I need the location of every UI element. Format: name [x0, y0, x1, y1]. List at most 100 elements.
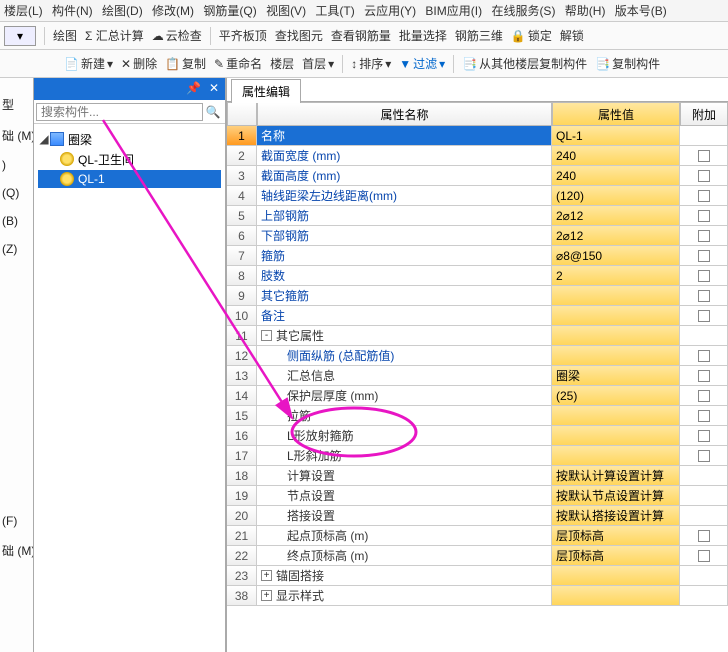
menu-item[interactable]: 云应用(Y)	[364, 4, 416, 18]
calc-button[interactable]: Σ 汇总计算	[85, 27, 144, 44]
checkbox[interactable]	[698, 430, 710, 442]
dropdown-button[interactable]: ▾	[4, 26, 36, 46]
tree-root[interactable]: ◢ 圈梁	[38, 130, 221, 148]
property-name-cell[interactable]: 汇总信息	[257, 366, 552, 386]
property-name-cell[interactable]: 上部钢筋	[257, 206, 552, 226]
property-value-cell[interactable]: (25)	[552, 386, 680, 406]
copy-component-button[interactable]: 📑 复制构件	[595, 55, 660, 72]
property-value-cell[interactable]: 圈梁	[552, 366, 680, 386]
menu-item[interactable]: 版本号(B)	[615, 4, 667, 18]
property-name-cell[interactable]: 箍筋	[257, 246, 552, 266]
expand-icon[interactable]: -	[261, 330, 272, 341]
property-name-cell[interactable]: 节点设置	[257, 486, 552, 506]
grid-row[interactable]: 14保护层厚度 (mm)(25)	[227, 386, 728, 406]
grid-row[interactable]: 8肢数2	[227, 266, 728, 286]
grid-row[interactable]: 17L形斜加筋	[227, 446, 728, 466]
pin-icon[interactable]: 📌	[186, 81, 201, 95]
property-name-cell[interactable]: 下部钢筋	[257, 226, 552, 246]
grid-row[interactable]: 18计算设置按默认计算设置计算	[227, 466, 728, 486]
tab-property-edit[interactable]: 属性编辑	[231, 79, 301, 103]
checkbox[interactable]	[698, 210, 710, 222]
property-value-cell[interactable]: 2	[552, 266, 680, 286]
grid-row[interactable]: 7箍筋⌀8@150	[227, 246, 728, 266]
expand-icon[interactable]: +	[261, 570, 272, 581]
property-name-cell[interactable]: 起点顶标高 (m)	[257, 526, 552, 546]
grid-row[interactable]: 12侧面纵筋 (总配筋值)	[227, 346, 728, 366]
property-name-cell[interactable]: 截面宽度 (mm)	[257, 146, 552, 166]
property-name-cell[interactable]: 终点顶标高 (m)	[257, 546, 552, 566]
property-name-cell[interactable]: 轴线距梁左边线距离(mm)	[257, 186, 552, 206]
property-value-cell[interactable]: 层顶标高	[552, 526, 680, 546]
align-top-button[interactable]: 平齐板顶	[219, 27, 267, 44]
grid-row[interactable]: 6下部钢筋2⌀12	[227, 226, 728, 246]
grid-row[interactable]: 16L形放射箍筋	[227, 426, 728, 446]
expand-icon[interactable]: +	[261, 590, 272, 601]
tree-item[interactable]: QL-卫生间	[38, 150, 221, 168]
property-value-cell[interactable]	[552, 286, 680, 306]
checkbox[interactable]	[698, 270, 710, 282]
menu-item[interactable]: 楼层(L)	[4, 4, 43, 18]
property-name-cell[interactable]: 搭接设置	[257, 506, 552, 526]
copy-button[interactable]: 📋 复制	[165, 55, 206, 72]
grid-row[interactable]: 15拉筋	[227, 406, 728, 426]
property-name-cell[interactable]: 备注	[257, 306, 552, 326]
grid-row[interactable]: 3截面高度 (mm)240	[227, 166, 728, 186]
view-rebar-button[interactable]: 查看钢筋量	[331, 27, 391, 44]
property-name-cell[interactable]: -其它属性	[257, 326, 552, 346]
checkbox[interactable]	[698, 170, 710, 182]
unlock-button[interactable]: 解锁	[560, 27, 584, 44]
grid-row[interactable]: 38+显示样式	[227, 586, 728, 606]
property-value-cell[interactable]: 240	[552, 146, 680, 166]
batch-select-button[interactable]: 批量选择	[399, 27, 447, 44]
search-icon[interactable]: 🔍	[203, 105, 223, 119]
grid-row[interactable]: 10备注	[227, 306, 728, 326]
property-name-cell[interactable]: 肢数	[257, 266, 552, 286]
property-value-cell[interactable]: 2⌀12	[552, 206, 680, 226]
draw-button[interactable]: 绘图	[53, 27, 77, 44]
grid-row[interactable]: 11-其它属性	[227, 326, 728, 346]
property-value-cell[interactable]: 按默认计算设置计算	[552, 466, 680, 486]
grid-row[interactable]: 13汇总信息圈梁	[227, 366, 728, 386]
floor-select[interactable]: 首层 ▾	[302, 55, 334, 72]
checkbox[interactable]	[698, 310, 710, 322]
rename-button[interactable]: ✎ 重命名	[214, 55, 262, 72]
grid-row[interactable]: 19节点设置按默认节点设置计算	[227, 486, 728, 506]
checkbox[interactable]	[698, 350, 710, 362]
sort-button[interactable]: ↕ 排序 ▾	[351, 55, 391, 72]
property-name-cell[interactable]: 计算设置	[257, 466, 552, 486]
grid-row[interactable]: 22终点顶标高 (m)层顶标高	[227, 546, 728, 566]
property-value-cell[interactable]: 240	[552, 166, 680, 186]
grid-row[interactable]: 9其它箍筋	[227, 286, 728, 306]
property-value-cell[interactable]	[552, 586, 680, 606]
property-name-cell[interactable]: +锚固搭接	[257, 566, 552, 586]
property-name-cell[interactable]: 截面高度 (mm)	[257, 166, 552, 186]
property-value-cell[interactable]: 按默认节点设置计算	[552, 486, 680, 506]
property-value-cell[interactable]: QL-1	[552, 126, 680, 146]
menu-item[interactable]: BIM应用(I)	[425, 4, 482, 18]
property-value-cell[interactable]	[552, 566, 680, 586]
copy-from-floor-button[interactable]: 📑 从其他楼层复制构件	[462, 55, 587, 72]
grid-row[interactable]: 4轴线距梁左边线距离(mm)(120)	[227, 186, 728, 206]
cloud-check-button[interactable]: ☁ 云检查	[152, 27, 202, 44]
rebar-3d-button[interactable]: 钢筋三维	[455, 27, 503, 44]
property-name-cell[interactable]: 名称	[257, 126, 552, 146]
find-element-button[interactable]: 查找图元	[275, 27, 323, 44]
property-value-cell[interactable]	[552, 446, 680, 466]
checkbox[interactable]	[698, 150, 710, 162]
menu-item[interactable]: 绘图(D)	[102, 4, 143, 18]
grid-row[interactable]: 23+锚固搭接	[227, 566, 728, 586]
checkbox[interactable]	[698, 550, 710, 562]
menu-item[interactable]: 工具(T)	[315, 4, 354, 18]
menu-item[interactable]: 构件(N)	[52, 4, 93, 18]
checkbox[interactable]	[698, 290, 710, 302]
menu-item[interactable]: 修改(M)	[152, 4, 194, 18]
property-value-cell[interactable]: 层顶标高	[552, 546, 680, 566]
property-value-cell[interactable]	[552, 346, 680, 366]
checkbox[interactable]	[698, 230, 710, 242]
checkbox[interactable]	[698, 190, 710, 202]
property-name-cell[interactable]: L形放射箍筋	[257, 426, 552, 446]
property-value-cell[interactable]: 按默认搭接设置计算	[552, 506, 680, 526]
checkbox[interactable]	[698, 530, 710, 542]
property-value-cell[interactable]	[552, 406, 680, 426]
delete-button[interactable]: ✕ 删除	[121, 55, 157, 72]
